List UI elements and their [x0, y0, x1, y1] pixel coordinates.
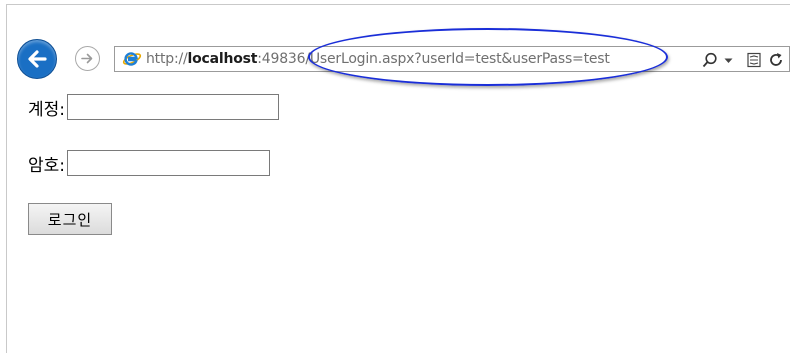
screenshot: http://localhost:49836/UserLogin.aspx?us… — [0, 0, 790, 353]
login-button[interactable]: 로그인 — [28, 203, 112, 235]
url-path: :49836/UserLogin.aspx?userId=test&userPa… — [257, 51, 610, 67]
forward-arrow-icon — [81, 53, 93, 64]
refresh-icon[interactable] — [768, 52, 784, 68]
search-icon[interactable] — [702, 52, 718, 68]
forward-button[interactable] — [75, 46, 100, 71]
account-input[interactable] — [67, 94, 280, 120]
url-scheme: http:// — [146, 51, 188, 67]
account-row: 계정: — [28, 93, 280, 121]
password-label: 암호: — [28, 155, 66, 176]
address-bar[interactable]: http://localhost:49836/UserLogin.aspx?us… — [114, 46, 790, 72]
chevron-down-icon[interactable] — [724, 58, 733, 64]
password-row: 암호: — [28, 149, 271, 177]
url-host: localhost — [187, 51, 258, 67]
password-input[interactable] — [67, 150, 271, 176]
internet-explorer-icon — [122, 52, 142, 66]
address-url: http://localhost:49836/UserLogin.aspx?us… — [146, 51, 610, 67]
account-label: 계정: — [28, 99, 66, 120]
back-button[interactable] — [17, 39, 57, 79]
compatibility-view-icon[interactable] — [746, 52, 762, 68]
back-arrow-icon — [28, 50, 47, 68]
